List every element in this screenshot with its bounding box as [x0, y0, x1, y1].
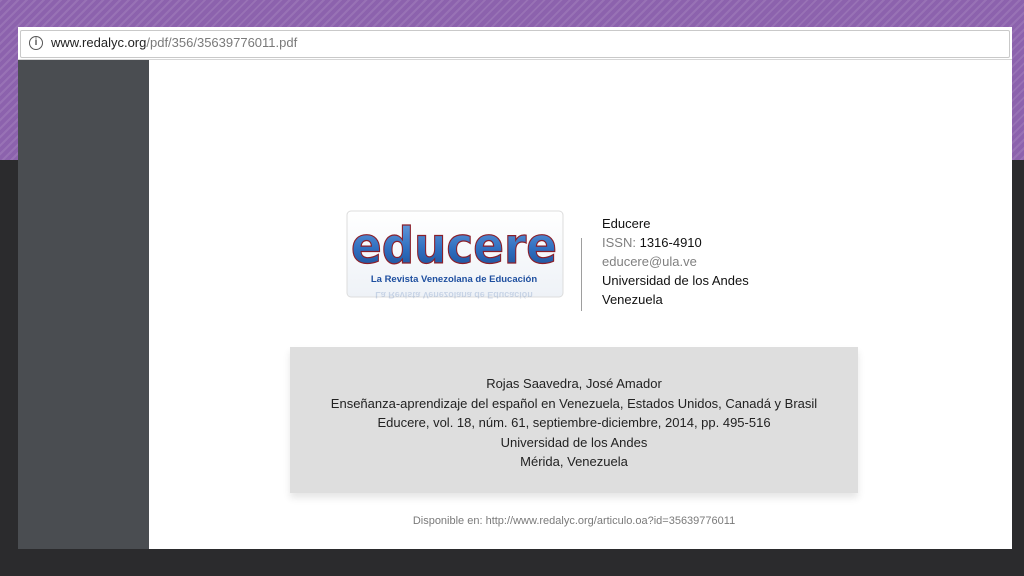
url-field[interactable]: i www.redalyc.org/pdf/356/35639776011.pd… — [20, 30, 1010, 58]
citation-author: Rojas Saavedra, José Amador — [486, 376, 662, 391]
journal-name: Educere — [602, 216, 651, 231]
available-at-link[interactable]: Disponible en: http://www.redalyc.org/ar… — [290, 515, 858, 527]
url-host: www.redalyc.org — [51, 35, 147, 50]
educere-logo: educere La Revista Venezolana de Educaci… — [346, 210, 564, 300]
logo-subtitle: La Revista Venezolana de Educación — [371, 274, 538, 285]
browser-window: i www.redalyc.org/pdf/356/35639776011.pd… — [18, 27, 1012, 549]
journal-email: educere@ula.ve — [602, 254, 697, 269]
info-icon[interactable]: i — [29, 36, 43, 50]
citation-institution: Universidad de los Andes — [500, 434, 648, 450]
issn-label: ISSN: — [602, 235, 636, 250]
url-text[interactable]: www.redalyc.org/pdf/356/35639776011.pdf — [51, 35, 297, 50]
journal-country: Venezuela — [602, 292, 663, 307]
citation-source: Educere, vol. 18, núm. 61, septiembre-di… — [377, 415, 771, 430]
logo-wordmark: educere — [351, 217, 557, 275]
url-path: /pdf/356/35639776011.pdf — [146, 35, 298, 50]
journal-issn: ISSN: 1316-4910 — [602, 233, 749, 252]
logo-divider — [581, 238, 582, 311]
pdf-sidebar — [18, 60, 149, 549]
citation-location: Mérida, Venezuela — [520, 454, 628, 469]
citation-title: Enseñanza-aprendizaje del español en Ven… — [330, 395, 818, 411]
pdf-page: educere La Revista Venezolana de Educaci… — [149, 60, 1012, 549]
citation-box: Rojas Saavedra, José Amador Enseñanza-ap… — [290, 347, 858, 493]
journal-info: Educere ISSN: 1316-4910 educere@ula.ve U… — [602, 214, 749, 309]
issn-value: 1316-4910 — [639, 235, 702, 250]
logo-subtitle-reflection: La Revista Venezolana de Educación — [375, 290, 533, 300]
journal-university: Universidad de los Andes — [602, 273, 749, 288]
address-bar: i www.redalyc.org/pdf/356/35639776011.pd… — [18, 27, 1012, 60]
